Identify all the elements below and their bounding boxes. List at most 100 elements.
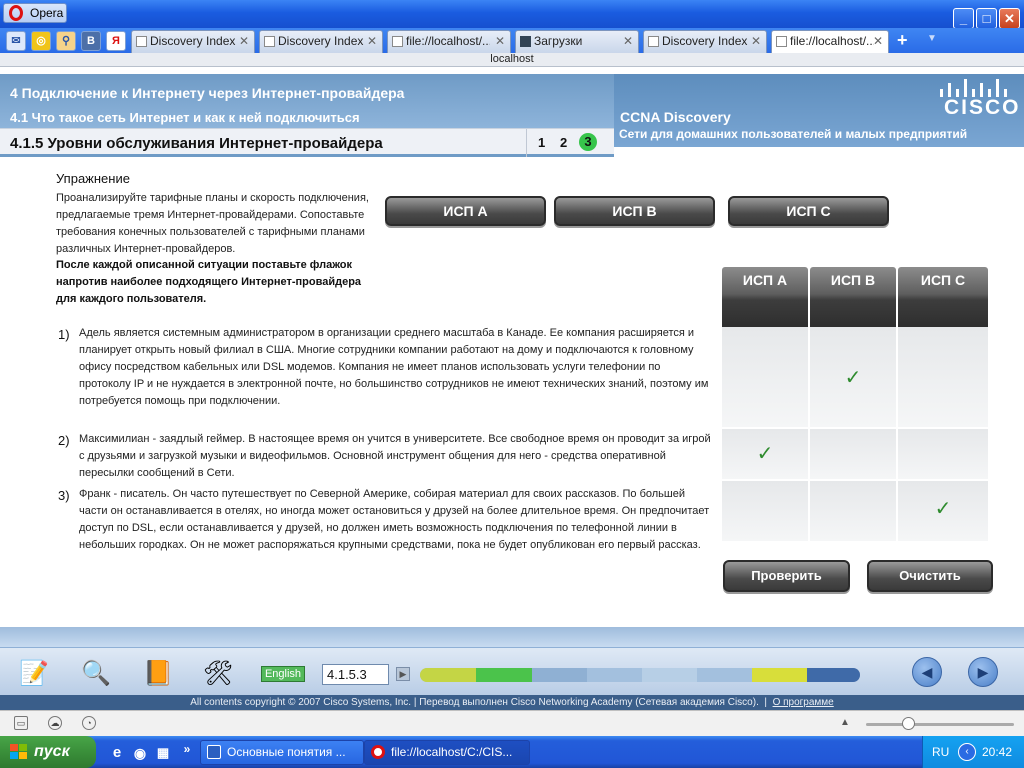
search-icon[interactable]: ⚲ [56,31,76,51]
grid-cell-1-c[interactable] [898,327,988,427]
course-subtitle: Сети для домашних пользователей и малых … [619,127,968,141]
new-tab-button[interactable]: + [897,30,908,51]
exercise-title: Упражнение [56,171,130,186]
language-button[interactable]: English [261,666,305,682]
close-tab-icon[interactable]: ✕ [495,31,505,52]
footer-strip [0,627,1024,647]
progress-segment [587,668,642,682]
grid-cell-3-b[interactable] [810,481,896,541]
start-label: пуск [34,743,70,760]
isp-c-button[interactable]: ИСП C [728,196,889,226]
panel-toggle-icon[interactable]: ▭ [14,716,28,730]
situation-number: 1) [58,327,70,342]
isp-b-button[interactable]: ИСП B [554,196,715,226]
start-button[interactable]: пуск [0,736,96,768]
grid-cell-3-c[interactable]: ✓ [898,481,988,541]
maximize-button[interactable]: □ [976,8,997,29]
opera-link-icon[interactable]: ◎ [31,31,51,51]
situation-number: 3) [58,488,70,503]
close-tab-icon[interactable]: ✕ [367,31,377,52]
notes-icon[interactable]: 📝 [14,656,54,692]
taskbar: пуск e ◉ ▦ » Основные понятия ... file:/… [0,736,1024,768]
search-icon[interactable]: 🔍 [76,656,116,692]
close-tab-icon[interactable]: ✕ [239,31,249,52]
tools-icon[interactable]: 🛠 [198,656,238,692]
page-number-field[interactable]: 4.1.5.3 [322,664,389,685]
page-icon [264,36,275,47]
grid-header-isp-b: ИСП B [810,267,896,327]
mail-icon[interactable]: ✉ [6,31,26,51]
browser-status-bar: ▭ ☁ ◔ ▲ [0,710,1024,736]
taskbar-app-word[interactable]: Основные понятия ... [200,740,364,765]
page-link-2[interactable]: 2 [560,135,567,150]
page-link-1[interactable]: 1 [538,135,545,150]
opera-menu-button[interactable]: Opera [3,3,67,23]
tab-discovery-index-2[interactable]: Discovery Index ✕ [259,30,383,53]
check-answers-button[interactable]: Проверить [723,560,850,592]
go-to-page-icon[interactable]: ▶ [396,667,410,681]
tab-file-localhost-1[interactable]: file://localhost/... ✕ [387,30,511,53]
grid-cell-1-b[interactable]: ✓ [810,327,896,427]
browser-title-bar: Opera _ □ ✕ [0,0,1024,29]
tab-file-localhost-active[interactable]: file://localhost/... ✕ [771,30,889,53]
course-progress-bar [420,668,860,682]
close-tab-icon[interactable]: ✕ [623,31,633,52]
windows-logo-icon [10,744,27,759]
close-tab-icon[interactable]: ✕ [751,31,761,52]
close-window-button[interactable]: ✕ [999,8,1020,29]
clear-answers-button[interactable]: Очистить [867,560,993,592]
grid-header-isp-a: ИСП A [722,267,808,327]
quicklaunch-more-icon[interactable]: » [177,740,197,760]
speed-dial-icon[interactable]: ◔ [82,716,96,730]
tab-label: Discovery Index [150,34,236,48]
tab-discovery-index-1[interactable]: Discovery Index ✕ [131,30,255,53]
taskbar-app-opera[interactable]: file://localhost/C:/CIS... [364,740,530,765]
answer-grid: ИСП A ИСП B ИСП C ✓ ✓ ✓ [722,267,988,541]
media-player-icon[interactable]: ▦ [153,744,173,764]
internet-explorer-icon[interactable]: e [107,744,127,764]
situation-number: 2) [58,433,70,448]
isp-a-button[interactable]: ИСП A [385,196,546,226]
glossary-book-icon[interactable]: 📙 [138,656,178,692]
yandex-icon[interactable]: Я [106,31,126,51]
grid-cell-1-a[interactable] [722,327,808,427]
tray-arrow-icon[interactable]: ‹ [958,743,976,761]
grid-cell-2-c[interactable] [898,429,988,479]
progress-segment [476,668,532,682]
situation-text: Франк - писатель. Он часто путешествует … [79,488,710,551]
close-tab-icon[interactable]: ✕ [873,31,883,52]
copyright-bar: All contents copyright © 2007 Cisco Syst… [0,695,1024,710]
minimize-button[interactable]: _ [953,8,974,29]
cisco-wordmark: CISCO [944,96,1021,119]
zoom-menu-icon[interactable]: ▲ [840,717,850,728]
tab-label: Discovery Index [662,34,748,48]
tab-label: Загрузки [534,34,583,48]
turbo-cloud-icon[interactable]: ☁ [48,716,62,730]
about-link[interactable]: О программе [773,697,834,708]
tab-label: file://localhost/... [790,34,874,48]
page-icon [776,36,787,47]
zoom-slider-handle[interactable] [902,717,915,730]
page-pager: 1 2 3 [526,129,598,157]
language-indicator[interactable]: RU [932,745,949,759]
progress-segment [752,668,807,682]
tab-downloads[interactable]: Загрузки ✕ [515,30,639,53]
grid-cell-3-a[interactable] [722,481,808,541]
grid-cell-2-a[interactable]: ✓ [722,429,808,479]
grid-cell-2-b[interactable] [810,429,896,479]
exercise-area: Упражнение Проанализируйте тарифные план… [0,157,1024,627]
tab-discovery-index-3[interactable]: Discovery Index ✕ [643,30,767,53]
previous-page-button[interactable]: ◀ [912,657,942,687]
address-display[interactable]: localhost [0,53,1024,67]
check-mark-icon: ✓ [844,367,862,389]
check-mark-icon: ✓ [756,443,774,465]
tab-menu-chevron-icon[interactable]: ▼ [927,33,937,44]
chrome-icon[interactable]: ◉ [130,744,150,764]
progress-segment [420,668,476,682]
vk-icon[interactable]: В [81,31,101,51]
tab-label: Discovery Index [278,34,364,48]
page-link-3-current[interactable]: 3 [579,133,597,151]
next-page-button[interactable]: ▶ [968,657,998,687]
zoom-slider-track[interactable] [866,723,1014,726]
situation-text: Адель является системным администратором… [79,327,709,407]
